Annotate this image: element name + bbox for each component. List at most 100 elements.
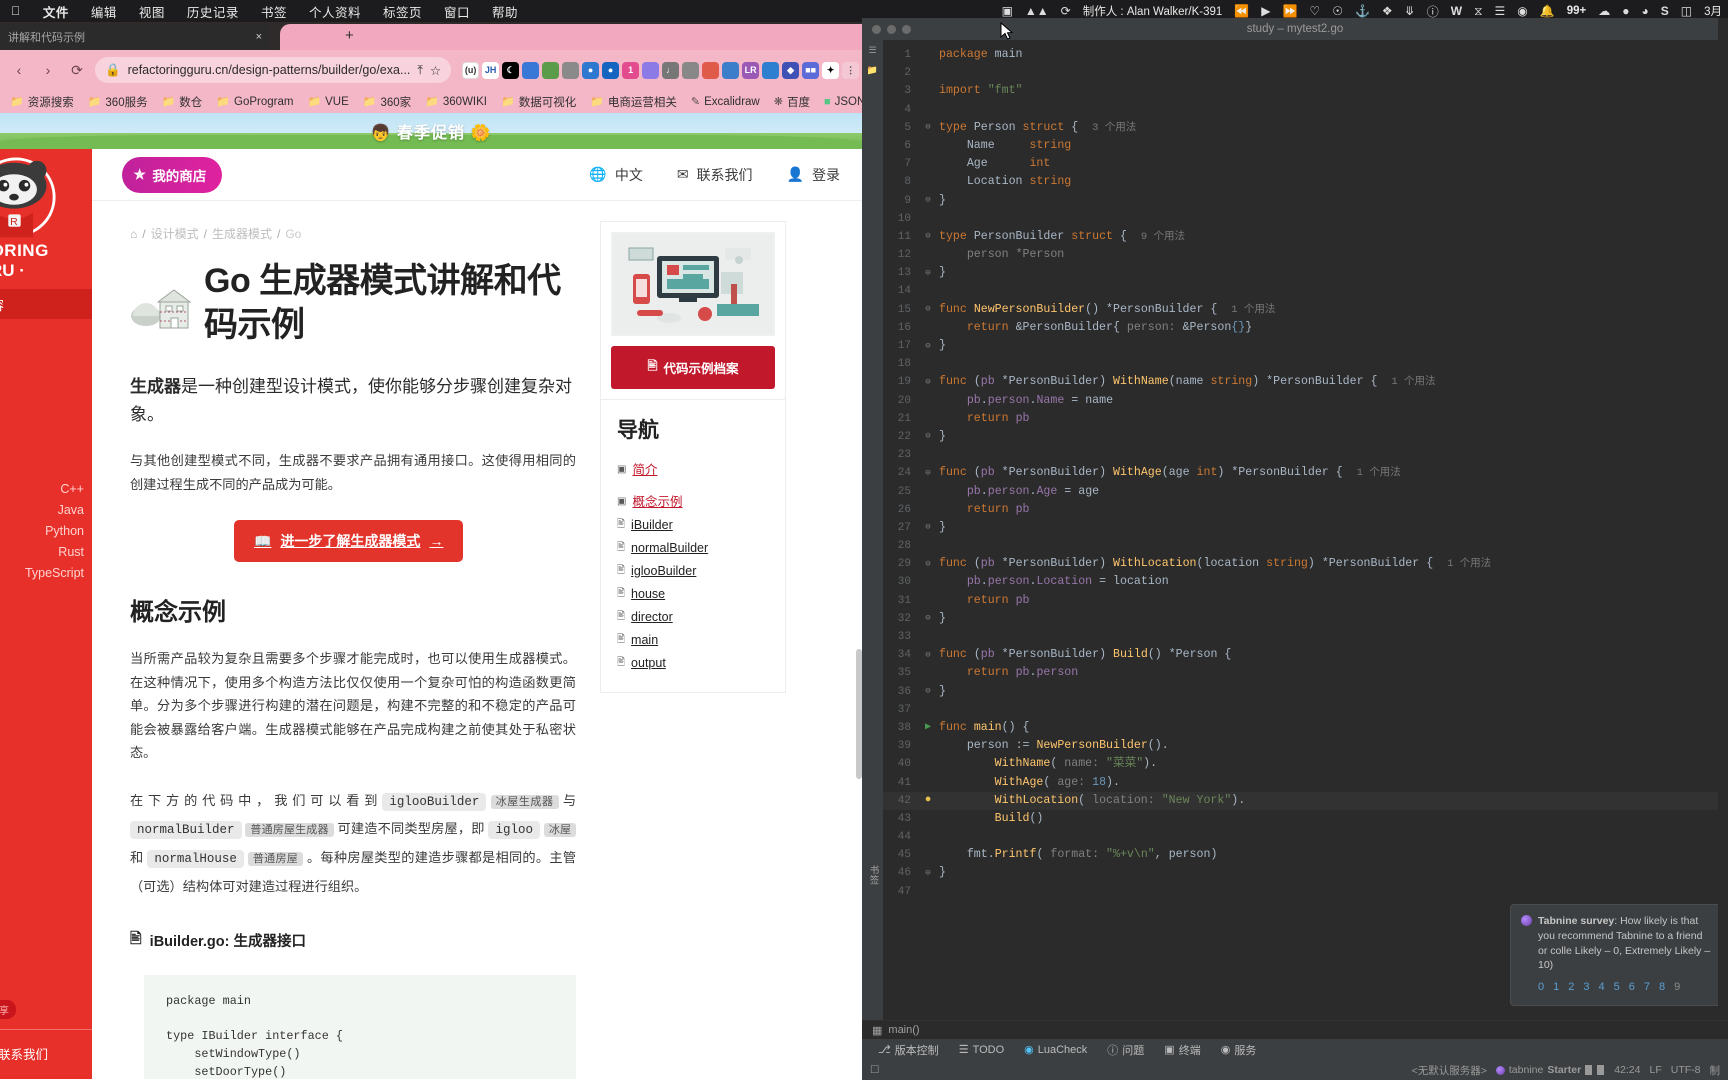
bookmark-item[interactable]: 📁 360WIKI	[419, 95, 493, 109]
notifications-icon[interactable]: ☐	[870, 1064, 879, 1076]
back-icon[interactable]: ‹	[8, 59, 30, 81]
menu-tabs[interactable]: 标签页	[372, 2, 433, 21]
status-tabnine[interactable]: tabnine Starter	[1495, 1064, 1605, 1076]
sidebar-tab-content[interactable]: 内容	[0, 289, 92, 319]
contact-us-link[interactable]: ✉ 联系我们	[677, 165, 753, 185]
bookmark-item[interactable]: 📁 360家	[357, 94, 417, 110]
tool-window-todo[interactable]: ☰ TODO	[951, 1043, 1012, 1057]
login-link[interactable]: 👤 登录	[787, 165, 840, 185]
close-icon[interactable]: ×	[256, 31, 262, 43]
diamond-icon[interactable]: ⧖	[1468, 4, 1488, 19]
sidebar-lang-java[interactable]: Java	[0, 500, 84, 521]
status-encoding[interactable]: UTF-8	[1671, 1064, 1701, 1076]
extension-icon-grey[interactable]	[562, 61, 580, 79]
nav-item-label[interactable]: iglooBuilder	[631, 562, 696, 580]
nav-item-label[interactable]: normalBuilder	[631, 539, 708, 557]
nav-item-label[interactable]: 概念示例	[632, 493, 682, 511]
home-icon[interactable]: ⌂	[130, 227, 137, 241]
project-tool-icon[interactable]: ☰	[868, 45, 876, 56]
extension-icon-purple[interactable]	[642, 61, 660, 79]
tool-window-luacheck[interactable]: ◉ LuaCheck	[1016, 1043, 1095, 1057]
extension-icon-red[interactable]	[702, 61, 720, 79]
tabnine-score-8[interactable]: 8	[1659, 980, 1665, 996]
extension-icon-pair[interactable]: ■■	[802, 61, 820, 79]
tool-window-services[interactable]: ◉ 服务	[1213, 1042, 1265, 1058]
menu-history[interactable]: 历史记录	[176, 2, 250, 21]
sync-icon[interactable]: ⟳	[1055, 4, 1077, 18]
sidebar-list-item[interactable]: 式	[0, 398, 92, 419]
star-icon[interactable]: ☆	[430, 63, 441, 78]
menu-profile[interactable]: 个人资料	[298, 2, 372, 21]
breadcrumb-design-patterns[interactable]: 设计模式	[151, 225, 199, 242]
site-logo[interactable]: R TORING RU ·	[0, 149, 92, 280]
extension-icon-note[interactable]	[682, 61, 700, 79]
extension-icon-darkblue[interactable]: ●	[602, 61, 620, 79]
bookmark-item[interactable]: 📁 VUE	[301, 95, 354, 109]
w-icon[interactable]: W	[1445, 4, 1468, 18]
battery-icon[interactable]: ◫	[1675, 4, 1698, 18]
clock-icon[interactable]: ⓘ	[1421, 3, 1445, 20]
shield-icon[interactable]: ❖	[1376, 4, 1399, 18]
brush-icon[interactable]: ☰	[1489, 4, 1512, 18]
extension-icon-more[interactable]: ⋮	[842, 61, 860, 79]
tabnine-score-2[interactable]: 2	[1568, 980, 1574, 996]
bookmark-item[interactable]: 📁 360服务	[82, 94, 154, 110]
at-icon[interactable]: ☉	[1326, 4, 1349, 18]
menu-view[interactable]: 视图	[128, 2, 176, 21]
bookmark-item[interactable]: 📁 数仓	[156, 94, 209, 110]
status-caret-position[interactable]: 42:24	[1614, 1064, 1640, 1076]
sidebar-lang-typescript[interactable]: TypeScript	[0, 563, 84, 584]
menu-file[interactable]: 文件	[32, 2, 80, 21]
nav-item-director[interactable]: 🖹 director	[617, 605, 775, 628]
nav-item-house[interactable]: 🖹 house	[617, 582, 775, 605]
nav-item-intro[interactable]: ▣ 简介	[617, 458, 775, 481]
bookmark-item[interactable]: 📁 数据可视化	[495, 94, 582, 110]
download-icon[interactable]: ⤋	[1399, 4, 1421, 18]
extension-icon-doc[interactable]	[762, 61, 780, 79]
sidebar-contact-link[interactable]: ✉ 联系我们	[0, 1030, 92, 1079]
extension-icon-blue[interactable]: ●	[582, 61, 600, 79]
bookmark-item[interactable]: 📁 GoProgram	[210, 95, 299, 109]
nav-item-label[interactable]: output	[631, 654, 666, 672]
nav-item-igloobuilder[interactable]: 🖹 iglooBuilder	[617, 559, 775, 582]
screen-record-icon[interactable]: ▣	[996, 4, 1019, 18]
tool-window-vcs[interactable]: ⎇ 版本控制	[870, 1042, 947, 1058]
bookmark-item[interactable]: ❋ 百度	[768, 94, 816, 110]
nav-item-concept[interactable]: ▣ 概念示例	[617, 490, 775, 513]
promo-banner[interactable]: 👦 春季促销 🌼	[0, 113, 862, 149]
forward-icon[interactable]: ›	[37, 59, 59, 81]
bookmark-item[interactable]: 📁 资源搜索	[4, 94, 80, 110]
nav-item-output[interactable]: 🖹 output	[617, 651, 775, 674]
next-track-icon[interactable]: ⏩	[1276, 4, 1303, 18]
mountain-icon[interactable]: ▲▲	[1019, 4, 1055, 18]
s-icon[interactable]: S	[1655, 4, 1675, 18]
sidebar-lang-cpp[interactable]: C++	[0, 479, 84, 500]
breadcrumb-builder[interactable]: 生成器模式	[212, 225, 272, 242]
menu-edit[interactable]: 编辑	[80, 2, 128, 21]
play-icon[interactable]: ▶	[1255, 4, 1276, 18]
code-editor[interactable]: 1 package main 2 3 import "fmt" 4 5 ⊖ type Perso…	[883, 40, 1728, 1054]
bookmark-item[interactable]: ■ JSON	[818, 96, 862, 108]
address-bar[interactable]: 🔒 refactoringguru.cn/design-patterns/bui…	[95, 57, 452, 83]
extension-icon-screen[interactable]	[522, 61, 540, 79]
sidebar-lang-python[interactable]: Python	[0, 521, 84, 542]
extension-icon-person[interactable]	[722, 61, 740, 79]
nav-item-label[interactable]: house	[631, 585, 665, 603]
wifi-icon[interactable]: ◕	[1635, 4, 1654, 18]
language-switcher[interactable]: 🌐 中文	[589, 165, 642, 185]
apple-menu-icon[interactable]: 	[0, 4, 32, 18]
docker-icon[interactable]: ⚓	[1349, 4, 1376, 18]
tabnine-score-7[interactable]: 7	[1644, 980, 1650, 996]
nav-item-label[interactable]: main	[631, 631, 658, 649]
nav-item-label[interactable]: director	[631, 608, 673, 626]
extension-icon-green[interactable]	[542, 61, 560, 79]
my-shop-button[interactable]: ✯ 我的商店	[122, 156, 223, 193]
status-line-separator[interactable]: LF	[1649, 1064, 1661, 1076]
bell-icon[interactable]: 🔔	[1534, 4, 1561, 18]
sidebar-lang-rust[interactable]: Rust	[0, 542, 84, 563]
tool-window-terminal[interactable]: ▣ 终端	[1156, 1042, 1208, 1058]
run-gutter-icon[interactable]: ▶	[917, 719, 939, 737]
nav-item-main[interactable]: 🖹 main	[617, 628, 775, 651]
tabnine-score-0[interactable]: 0	[1538, 980, 1544, 996]
extension-icon-moon[interactable]: ☾	[502, 61, 520, 79]
